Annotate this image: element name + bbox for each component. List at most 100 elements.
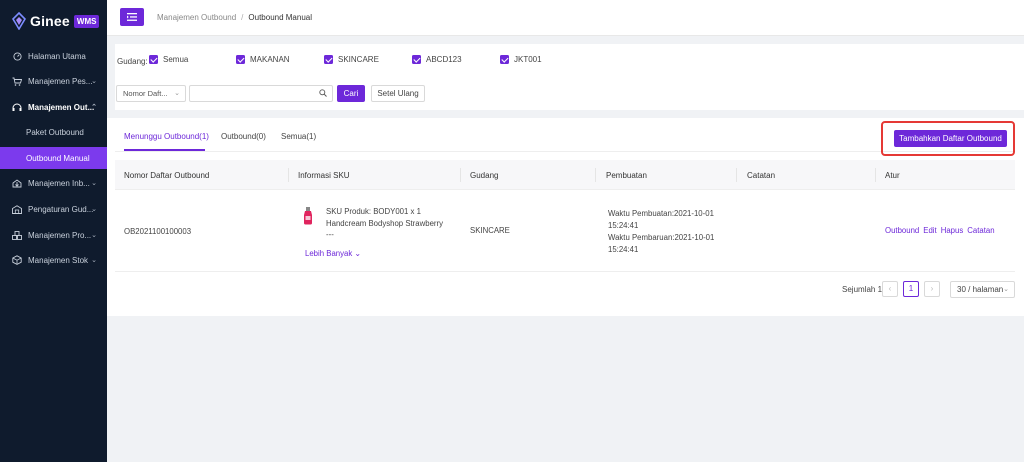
breadcrumb-separator: / xyxy=(241,13,244,22)
top-bar: Manajemen Outbound / Outbound Manual xyxy=(107,0,1024,36)
column-divider xyxy=(736,168,737,182)
updated-time-value: 15:24:41 xyxy=(608,245,639,254)
outbound-action-link[interactable]: Outbound xyxy=(885,226,919,235)
sidebar-item-orders[interactable]: Manajemen Pes... ⌄ xyxy=(0,70,107,92)
active-tab-indicator xyxy=(124,149,205,151)
checkbox-label: SKINCARE xyxy=(338,55,379,64)
menu-icon xyxy=(127,13,137,21)
checkbox-checked-icon xyxy=(149,55,158,64)
sku-ellipsis: --- xyxy=(326,230,334,239)
reset-button[interactable]: Setel Ulang xyxy=(371,85,425,102)
column-header: Gudang xyxy=(470,171,499,180)
sidebar-item-label: Pengaturan Gud... xyxy=(28,204,94,214)
warehouse-checkbox-skincare[interactable]: SKINCARE xyxy=(324,55,379,64)
sidebar-item-label: Manajemen Pro... xyxy=(28,230,92,240)
checkbox-checked-icon xyxy=(324,55,333,64)
column-divider xyxy=(460,168,461,182)
sidebar-item-warehouse-settings[interactable]: Pengaturan Gud... ⌄ xyxy=(0,198,107,220)
show-more-link[interactable]: Lebih Banyak ⌄ xyxy=(305,248,361,260)
product-image xyxy=(303,207,313,225)
tab-waiting-outbound[interactable]: Menunggu Outbound(1) xyxy=(124,132,209,141)
note-action-link[interactable]: Catatan xyxy=(967,226,994,235)
brand-logo[interactable]: Ginee WMS xyxy=(0,0,107,42)
search-type-select[interactable]: Nomor Daft... ⌄ xyxy=(116,85,186,102)
sidebar-item-label: Manajemen Stok xyxy=(28,255,89,265)
dashboard-icon xyxy=(12,51,22,61)
checkbox-checked-icon xyxy=(236,55,245,64)
chevron-right-icon: › xyxy=(930,284,934,293)
chevron-left-icon: ‹ xyxy=(888,284,892,293)
sidebar-item-paket-outbound[interactable]: Paket Outbound xyxy=(0,121,107,143)
sidebar-item-inbound[interactable]: Manajemen Inb... ⌄ xyxy=(0,172,107,194)
warehouse-checkbox-semua[interactable]: Semua xyxy=(149,55,188,64)
checkbox-label: JKT001 xyxy=(514,55,542,64)
headset-icon xyxy=(12,102,22,112)
chevron-down-icon: ⌄ xyxy=(91,232,97,239)
sidebar-item-label: Paket Outbound xyxy=(26,127,84,137)
tab-divider xyxy=(115,151,1015,152)
breadcrumb-parent[interactable]: Manajemen Outbound xyxy=(157,13,236,22)
show-more-label: Lebih Banyak xyxy=(305,249,353,258)
chevron-down-icon: ⌄ xyxy=(91,180,97,187)
filter-panel: Gudang: Semua MAKANAN SKINCARE ABCD123 J… xyxy=(115,44,1024,110)
column-divider xyxy=(875,168,876,182)
pagination-total: Sejumlah 1 xyxy=(842,285,883,294)
edit-action-link[interactable]: Edit xyxy=(923,226,936,235)
sidebar-item-stock[interactable]: Manajemen Stok ⌄ xyxy=(0,249,107,271)
checkbox-label: ABCD123 xyxy=(426,55,462,64)
row-warehouse: SKINCARE xyxy=(470,226,510,235)
chevron-down-icon: ⌄ xyxy=(91,206,97,213)
warehouse-checkbox-makanan[interactable]: MAKANAN xyxy=(236,55,290,64)
chevron-down-icon: ⌄ xyxy=(91,78,97,85)
search-input[interactable] xyxy=(189,85,333,102)
tab-outbound[interactable]: Outbound(0) xyxy=(221,132,266,141)
column-header: Catatan xyxy=(747,171,776,180)
sidebar-item-products[interactable]: Manajemen Pro... ⌄ xyxy=(0,224,107,246)
chevron-up-icon: ⌃ xyxy=(91,104,97,111)
sidebar-item-label: Outbound Manual xyxy=(26,153,90,163)
inbound-icon xyxy=(12,178,22,188)
sidebar-item-label: Manajemen Inb... xyxy=(28,178,90,188)
prev-page-button[interactable]: ‹ xyxy=(882,281,898,297)
checkbox-checked-icon xyxy=(412,55,421,64)
updated-time-label: Waktu Pembaruan:2021-10-01 xyxy=(608,233,715,242)
warehouse-checkbox-jkt001[interactable]: JKT001 xyxy=(500,55,542,64)
created-time-label: Waktu Pembuatan:2021-10-01 xyxy=(608,209,714,218)
search-button[interactable]: Cari xyxy=(337,85,365,102)
menu-toggle-button[interactable] xyxy=(120,8,144,26)
brand-name: Ginee xyxy=(30,13,70,29)
add-outbound-list-button[interactable]: Tambahkan Daftar Outbound xyxy=(894,130,1007,147)
chevron-down-icon: ⌄ xyxy=(354,249,361,258)
warehouse-checkbox-abcd123[interactable]: ABCD123 xyxy=(412,55,462,64)
table-header: Nomor Daftar Outbound Informasi SKU Guda… xyxy=(115,160,1015,190)
page-number-button[interactable]: 1 xyxy=(903,281,919,297)
sku-product-line: SKU Produk: BODY001 x 1 xyxy=(326,207,421,216)
search-icon xyxy=(319,89,327,99)
sidebar-item-outbound[interactable]: Manajemen Out... ⌃ xyxy=(0,96,107,118)
next-page-button[interactable]: › xyxy=(924,281,940,297)
sidebar-item-label: Halaman Utama xyxy=(28,51,86,61)
page-size-select[interactable]: 30 / halaman ⌄ xyxy=(950,281,1015,298)
stock-icon xyxy=(12,255,22,265)
sidebar-item-dashboard[interactable]: Halaman Utama xyxy=(0,45,107,67)
breadcrumb: Manajemen Outbound / Outbound Manual xyxy=(157,13,312,22)
table-row: OB2021100100003 SKU Produk: BODY001 x 1 … xyxy=(115,190,1015,272)
checkbox-label: Semua xyxy=(163,55,189,64)
chevron-down-icon: ⌄ xyxy=(174,90,180,97)
delete-action-link[interactable]: Hapus xyxy=(941,226,964,235)
highlight-box: Tambahkan Daftar Outbound xyxy=(881,121,1015,156)
warehouse-icon xyxy=(12,204,22,214)
tab-all[interactable]: Semua(1) xyxy=(281,132,316,141)
product-icon xyxy=(12,230,22,240)
column-divider xyxy=(288,168,289,182)
outbound-list-panel: Menunggu Outbound(1) Outbound(0) Semua(1… xyxy=(107,118,1024,316)
column-divider xyxy=(595,168,596,182)
product-name: Handcream Bodyshop Strawberry xyxy=(326,219,444,228)
sidebar-item-outbound-manual[interactable]: Outbound Manual xyxy=(0,147,107,169)
created-time-value: 15:24:41 xyxy=(608,221,639,230)
checkbox-checked-icon xyxy=(500,55,509,64)
cart-icon xyxy=(12,76,22,86)
sidebar-item-label: Manajemen Out... xyxy=(28,102,95,112)
ginee-logo-icon xyxy=(12,12,26,30)
sidebar-item-label: Manajemen Pes... xyxy=(28,76,93,86)
